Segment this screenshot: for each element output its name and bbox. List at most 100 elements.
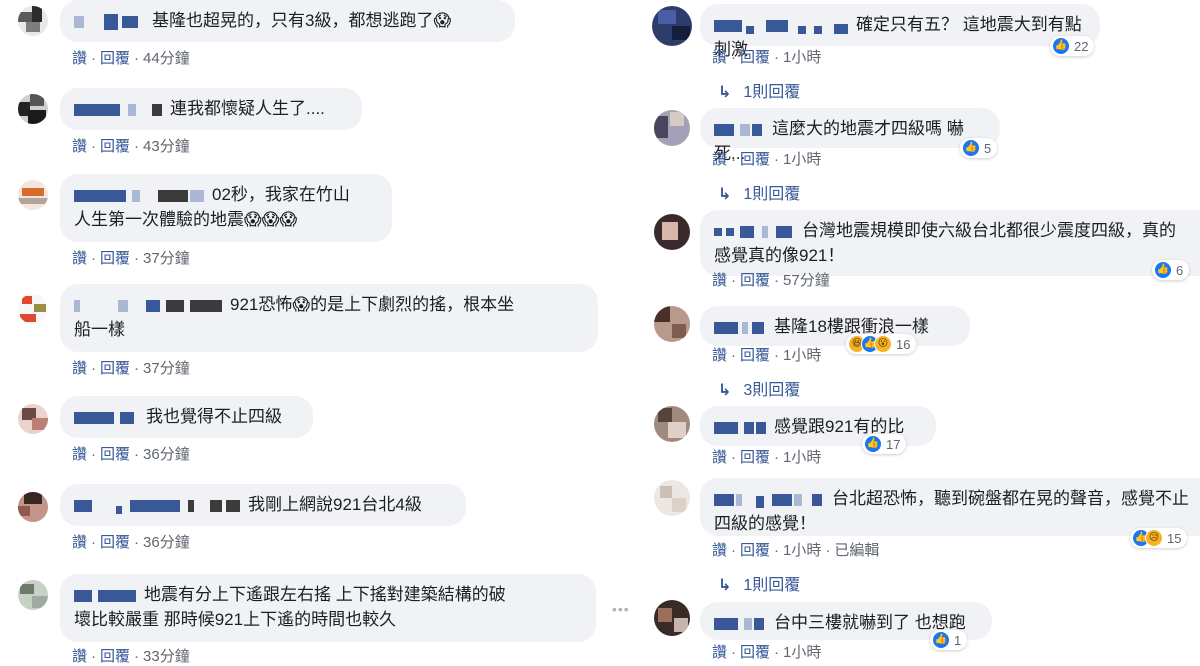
comment-text: 02秒，我家在竹山 [212, 185, 350, 204]
reaction-summary[interactable]: 👍 17 [862, 434, 907, 454]
sad-reaction-icon: 😥 [1145, 528, 1163, 547]
comment-actions: 讚 · 回覆 · 37分鐘 [72, 250, 190, 267]
comment-time[interactable]: 36分鐘 [143, 534, 190, 551]
like-link[interactable]: 讚 [712, 449, 727, 466]
reply-link[interactable]: 回覆 [740, 542, 770, 559]
avatar[interactable] [18, 492, 48, 522]
like-link[interactable]: 讚 [72, 534, 87, 551]
like-link[interactable]: 讚 [712, 272, 727, 289]
reply-link[interactable]: 回覆 [740, 644, 770, 661]
comment-time[interactable]: 36分鐘 [143, 446, 190, 463]
comment-text: 我也覺得不止四級 [146, 407, 282, 426]
avatar[interactable] [18, 94, 48, 124]
comment-bubble: 921恐怖😱的是上下劇烈的搖，根本坐 船一樣 [60, 284, 598, 352]
like-link[interactable]: 讚 [712, 644, 727, 661]
comment-time[interactable]: 57分鐘 [783, 272, 830, 289]
comment-bubble: 我剛上網說921台北4級 [60, 484, 466, 526]
avatar[interactable] [652, 6, 692, 46]
commenter-name[interactable] [74, 298, 222, 314]
like-link[interactable]: 讚 [712, 49, 727, 66]
avatar[interactable] [654, 480, 690, 516]
view-replies-link[interactable]: ↳ 3則回覆 [718, 376, 800, 400]
comment-actions: 讚 · 回覆 · 1小時 [712, 449, 822, 466]
view-replies-link[interactable]: ↳ 1則回覆 [718, 180, 800, 204]
commenter-name[interactable] [714, 492, 824, 508]
reply-link[interactable]: 回覆 [100, 360, 130, 377]
comment-time[interactable]: 37分鐘 [143, 360, 190, 377]
like-link[interactable]: 讚 [72, 250, 87, 267]
reply-arrow-icon: ↳ [718, 186, 732, 203]
like-link[interactable]: 讚 [72, 138, 87, 155]
avatar[interactable] [654, 406, 690, 442]
reaction-summary[interactable]: 😆 👍 😮 16 [846, 334, 917, 354]
avatar[interactable] [18, 294, 48, 324]
commenter-name[interactable] [714, 224, 794, 240]
commenter-name[interactable] [74, 188, 204, 204]
comment-actions: 讚 · 回覆 · 36分鐘 [72, 534, 190, 551]
commenter-name[interactable] [714, 122, 764, 138]
like-link[interactable]: 讚 [72, 648, 87, 665]
comment-bubble: 地震有分上下遙跟左右搖 上下搖對建築結構的破 壞比較嚴重 那時候921上下遙的時… [60, 574, 596, 642]
comment-time[interactable]: 44分鐘 [143, 50, 190, 67]
comment-actions: 讚 · 回覆 · 1小時 [712, 151, 822, 168]
comment-text: 台中三樓就嚇到了 也想跑 [774, 613, 966, 632]
reply-link[interactable]: 回覆 [740, 151, 770, 168]
commenter-name[interactable] [74, 498, 240, 514]
reply-link[interactable]: 回覆 [100, 534, 130, 551]
comment-time[interactable]: 1小時 [783, 644, 821, 661]
reply-link[interactable]: 回覆 [100, 138, 130, 155]
commenter-name[interactable] [714, 616, 766, 632]
comment-bubble: 基隆也超晃的，只有3級，都想逃跑了😱 [60, 0, 515, 42]
comment-actions: 讚 · 回覆 · 33分鐘 [72, 648, 190, 665]
like-link[interactable]: 讚 [712, 347, 727, 364]
reply-link[interactable]: 回覆 [740, 272, 770, 289]
reaction-summary[interactable]: 👍 6 [1152, 260, 1190, 280]
commenter-name[interactable] [74, 410, 138, 426]
reaction-summary[interactable]: 👍 😥 15 [1130, 528, 1188, 548]
reply-link[interactable]: 回覆 [100, 648, 130, 665]
avatar[interactable] [18, 6, 48, 36]
like-reaction-icon: 👍 [932, 630, 950, 649]
avatar[interactable] [654, 214, 690, 250]
comment-time[interactable]: 1小時 [783, 542, 821, 559]
avatar[interactable] [654, 110, 690, 146]
like-link[interactable]: 讚 [72, 50, 87, 67]
commenter-name[interactable] [74, 13, 144, 30]
like-link[interactable]: 讚 [712, 542, 727, 559]
reply-link[interactable]: 回覆 [740, 49, 770, 66]
view-replies-link[interactable]: ↳ 1則回覆 [718, 78, 800, 102]
comment-text-line2: 感覺真的像921！ [714, 246, 845, 265]
reply-link[interactable]: 回覆 [100, 446, 130, 463]
commenter-name[interactable] [714, 320, 766, 336]
like-link[interactable]: 讚 [712, 151, 727, 168]
avatar[interactable] [18, 404, 48, 434]
comment-time[interactable]: 37分鐘 [143, 250, 190, 267]
avatar[interactable] [654, 600, 690, 636]
avatar[interactable] [18, 180, 48, 210]
like-link[interactable]: 讚 [72, 446, 87, 463]
avatar[interactable] [18, 580, 48, 610]
comment-time[interactable]: 1小時 [783, 449, 821, 466]
commenter-name[interactable] [714, 18, 848, 34]
more-options-icon[interactable]: ••• [612, 601, 630, 617]
like-reaction-icon: 👍 [864, 434, 882, 453]
comment-time[interactable]: 1小時 [783, 49, 821, 66]
like-link[interactable]: 讚 [72, 360, 87, 377]
reply-link[interactable]: 回覆 [100, 250, 130, 267]
comment-time[interactable]: 33分鐘 [143, 648, 190, 665]
reply-link[interactable]: 回覆 [740, 347, 770, 364]
commenter-name[interactable] [74, 588, 136, 604]
comment-text: 地震有分上下遙跟左右搖 上下搖對建築結構的破 [144, 585, 506, 604]
commenter-name[interactable] [714, 420, 766, 436]
reply-link[interactable]: 回覆 [740, 449, 770, 466]
reaction-summary[interactable]: 👍 22 [1050, 36, 1095, 56]
avatar[interactable] [654, 306, 690, 342]
comment-time[interactable]: 1小時 [783, 347, 821, 364]
comment-time[interactable]: 43分鐘 [143, 138, 190, 155]
reaction-summary[interactable]: 👍 5 [960, 138, 998, 158]
reply-link[interactable]: 回覆 [100, 50, 130, 67]
reaction-summary[interactable]: 👍 1 [930, 630, 968, 650]
commenter-name[interactable] [74, 102, 162, 118]
view-replies-link[interactable]: ↳ 1則回覆 [718, 571, 800, 595]
comment-time[interactable]: 1小時 [783, 151, 821, 168]
